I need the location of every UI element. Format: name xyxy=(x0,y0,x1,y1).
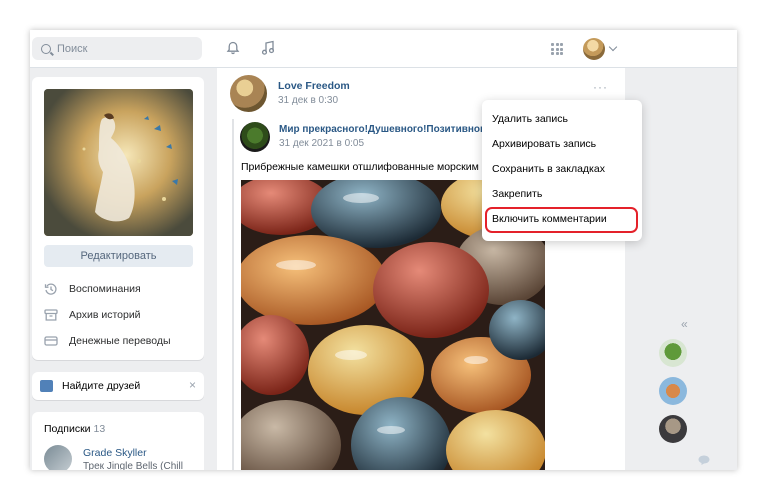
find-friends-label: Найдите друзей xyxy=(62,380,141,392)
post-date[interactable]: 31 дек в 0:30 xyxy=(278,95,338,106)
post-author[interactable]: Love Freedom xyxy=(278,80,350,92)
subscriptions-card: Подписки 13 Grade Skyller Трек Jingle Bel… xyxy=(32,412,204,470)
memories-label: Воспоминания xyxy=(69,283,141,295)
repost-author[interactable]: Мир прекрасного!Душевного!Позитивного к xyxy=(279,124,498,135)
memories-link[interactable]: Воспоминания xyxy=(44,282,141,296)
chat-bubble-icon[interactable] xyxy=(698,455,710,465)
memories-icon xyxy=(44,283,57,295)
delete-post-item[interactable]: Удалить запись xyxy=(492,113,568,125)
more-options-icon[interactable]: ··· xyxy=(593,80,608,94)
money-transfer-icon xyxy=(44,336,58,346)
money-transfers-label: Денежные переводы xyxy=(69,335,171,347)
repost-date[interactable]: 31 дек 2021 в 0:05 xyxy=(279,138,364,149)
archive-icon xyxy=(44,309,58,321)
user-avatar[interactable] xyxy=(583,38,605,60)
subscriptions-count: 13 xyxy=(93,423,106,435)
profile-photo[interactable] xyxy=(44,89,193,236)
apps-grid-icon[interactable] xyxy=(551,43,563,55)
repost-author-avatar[interactable] xyxy=(240,122,270,152)
music-note-icon[interactable] xyxy=(261,40,275,56)
post-author-avatar[interactable] xyxy=(230,75,267,112)
edit-profile-button[interactable]: Редактировать xyxy=(44,245,193,267)
subscription-avatar[interactable] xyxy=(44,445,72,470)
subscription-track: Трек Jingle Bells (Chill xyxy=(83,461,183,470)
chat-avatar-1[interactable] xyxy=(659,339,687,367)
top-bar: Поиск xyxy=(30,30,737,68)
repost-divider xyxy=(232,119,234,470)
profile-card: Редактировать Воспоминания Архив историй… xyxy=(32,77,204,360)
search-input[interactable]: Поиск xyxy=(32,37,202,60)
find-friends-card[interactable]: Найдите друзей × xyxy=(32,372,204,400)
archive-post-item[interactable]: Архивировать запись xyxy=(492,138,596,150)
search-icon xyxy=(41,43,51,54)
story-archive-link[interactable]: Архив историй xyxy=(44,308,141,322)
story-archive-label: Архив историй xyxy=(69,309,141,321)
close-icon[interactable]: × xyxy=(189,378,196,392)
bell-icon[interactable] xyxy=(226,41,240,55)
enable-comments-highlight xyxy=(485,207,638,233)
subscriptions-title-text: Подписки xyxy=(44,423,91,435)
post-actions-menu: Удалить запись Архивировать запись Сохра… xyxy=(482,100,642,241)
money-transfers-link[interactable]: Денежные переводы xyxy=(44,334,171,348)
subscriptions-title: Подписки 13 xyxy=(44,423,105,435)
chat-avatar-2[interactable] xyxy=(659,377,687,405)
right-panel xyxy=(626,68,737,470)
search-placeholder: Поиск xyxy=(57,42,88,55)
left-column: Редактировать Воспоминания Архив историй… xyxy=(32,77,204,470)
subscription-name[interactable]: Grade Skyller xyxy=(83,447,147,459)
post-text: Прибрежные камешки отшлифованные морским… xyxy=(241,161,494,173)
browser-frame: Поиск Редактировать Воспоминания Архив и… xyxy=(30,30,737,470)
save-to-bookmarks-item[interactable]: Сохранить в закладках xyxy=(492,163,605,175)
chevron-down-icon[interactable] xyxy=(608,42,618,52)
add-friend-icon xyxy=(40,380,53,392)
pin-post-item[interactable]: Закрепить xyxy=(492,188,542,200)
chat-avatar-3[interactable] xyxy=(659,415,687,443)
collapse-chats-icon[interactable]: « xyxy=(681,317,688,331)
